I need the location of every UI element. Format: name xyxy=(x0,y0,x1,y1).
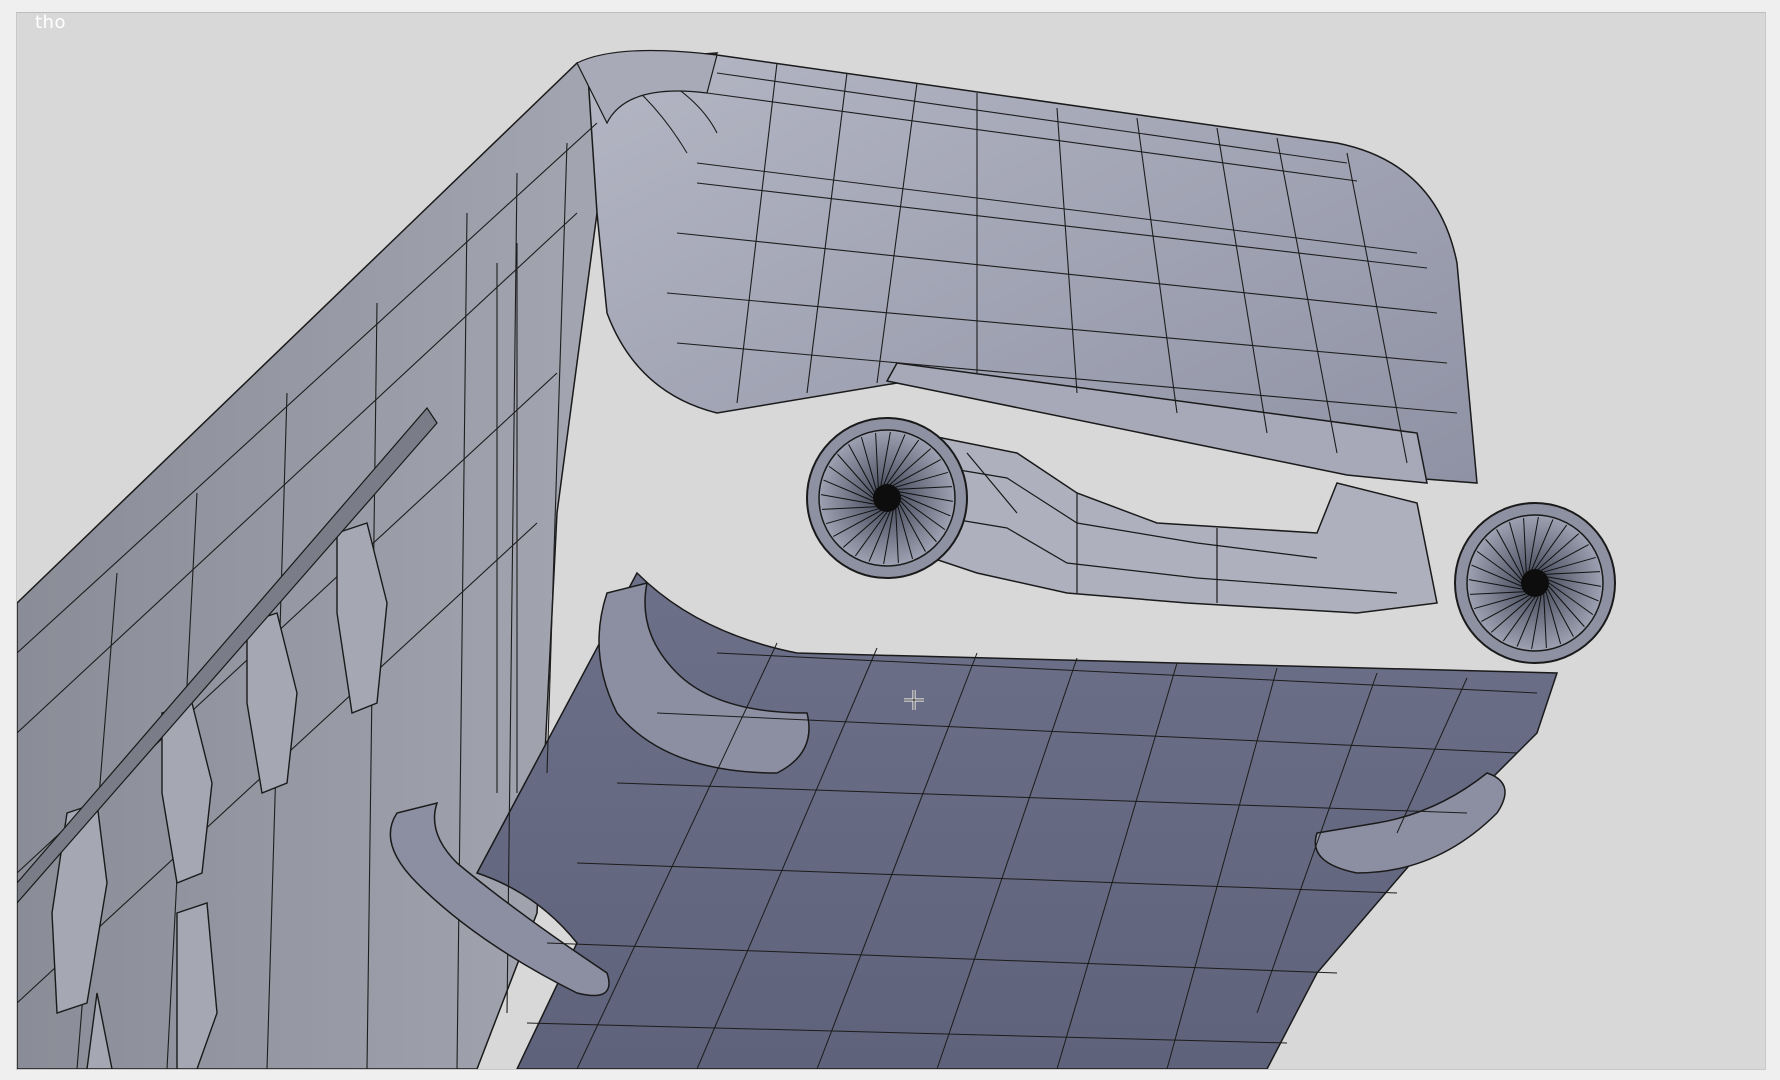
fan-right-icon xyxy=(1454,502,1616,664)
3d-viewport[interactable]: tho xyxy=(16,12,1766,1070)
viewport-frame: tho xyxy=(0,0,1780,1080)
mesh-model[interactable] xyxy=(17,13,1765,1069)
fan-left-icon xyxy=(806,417,968,579)
viewport-label: tho xyxy=(35,12,66,33)
crosshair-cursor-icon xyxy=(904,690,924,710)
